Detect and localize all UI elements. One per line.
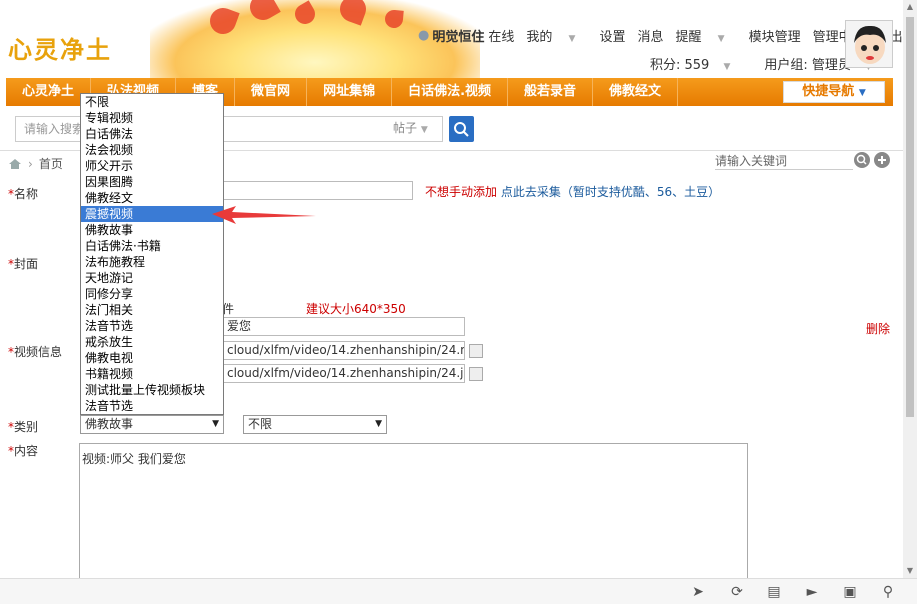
caret-down-icon: ▼ [858, 88, 866, 98]
dropdown-option[interactable]: 师父开示 [81, 158, 223, 174]
search-icon [454, 122, 469, 137]
vertical-scrollbar[interactable]: ▲ ▼ [903, 0, 917, 578]
video-info-label: *视频信息 [8, 345, 63, 359]
speaker-icon[interactable]: ► [804, 584, 820, 600]
dropdown-option[interactable]: 法会视频 [81, 142, 223, 158]
dropdown-option[interactable]: 白话佛法 [81, 126, 223, 142]
content-label: *内容 [8, 444, 39, 458]
chevron-down-icon: ▼ [420, 125, 428, 135]
window-icon[interactable]: ▣ [842, 584, 858, 600]
collect-link[interactable]: 点此去采集（暂时支持优酷、56、土豆） [501, 185, 720, 199]
category-dropdown-list: 不限 专辑视频 白话佛法 法会视频 师父开示 因果图腾 佛教经文 震撼视频 佛教… [80, 93, 224, 415]
dropdown-option[interactable]: 佛教电视 [81, 350, 223, 366]
search-type-select[interactable]: 帖子 ▼ [393, 116, 443, 142]
dropdown-option[interactable]: 因果图腾 [81, 174, 223, 190]
online-status: 在线 [488, 30, 515, 45]
category-label: *类别 [8, 420, 39, 434]
chevron-down-icon: ▼ [212, 419, 219, 429]
keyword-search-input[interactable]: 请输入关键词 [715, 152, 853, 170]
dropdown-option[interactable]: 佛教经文 [81, 190, 223, 206]
nav-item-micro-site[interactable]: 微官网 [235, 78, 308, 106]
rocket-icon[interactable]: ➤ [690, 584, 706, 600]
dropdown-option[interactable]: 法门相关 [81, 302, 223, 318]
avatar[interactable] [845, 20, 893, 68]
delete-link[interactable]: 删除 [866, 320, 890, 337]
nav-item-links[interactable]: 网址集锦 [307, 78, 393, 106]
chevron-down-icon: ▼ [717, 34, 725, 44]
broken-image-icon [469, 367, 483, 381]
dropdown-option[interactable]: 法音节选 [81, 398, 223, 414]
link-settings[interactable]: 设置 [599, 26, 625, 45]
link-my[interactable]: 我的 ▼ [526, 26, 587, 45]
chevron-down-icon: ▼ [375, 419, 382, 429]
refresh-icon[interactable]: ⟳ [729, 584, 745, 600]
link-module-manage[interactable]: 模块管理 [749, 26, 801, 45]
site-logo[interactable]: 心灵净土 [8, 30, 112, 65]
trash-icon[interactable]: ▤ [766, 584, 782, 600]
subcategory-select[interactable]: 不限 ▼ [243, 415, 387, 434]
dropdown-option[interactable]: 法布施教程 [81, 254, 223, 270]
link-reminders[interactable]: 提醒 ▼ [675, 26, 736, 45]
dropdown-option[interactable]: 专辑视频 [81, 110, 223, 126]
search-icon[interactable]: ⚲ [880, 584, 896, 600]
nav-item-sutras[interactable]: 佛教经文 [593, 78, 679, 106]
breadcrumb: › 首页 [8, 155, 63, 172]
home-icon[interactable] [8, 158, 22, 170]
nav-item-prajna-audio[interactable]: 般若录音 [508, 78, 594, 106]
search-icon[interactable] [854, 152, 870, 168]
site-header: 心灵净土 ● 明觉恒住 在线 我的 ▼ 设置 消息 提醒 ▼ 模块管理 管理中心… [0, 0, 903, 78]
nav-item-home[interactable]: 心灵净土 [6, 78, 92, 106]
image-url-input[interactable]: cloud/xlfm/video/14.zhenhanshipin/24.jpg [222, 364, 465, 383]
dropdown-option[interactable]: 白话佛法·书籍 [81, 238, 223, 254]
broken-image-icon [469, 344, 483, 358]
category-select[interactable]: 佛教故事 ▼ [80, 415, 224, 434]
dropdown-option[interactable]: 同修分享 [81, 286, 223, 302]
chevron-down-icon: ▼ [568, 34, 576, 44]
video-title-input[interactable]: 爱您 [222, 317, 465, 336]
dropdown-option[interactable]: 戒杀放生 [81, 334, 223, 350]
user-bar: ● 明觉恒住 在线 我的 ▼ 设置 消息 提醒 ▼ 模块管理 管理中心 退出 [418, 26, 903, 45]
dropdown-option[interactable]: 测试批量上传视频板块 [81, 382, 223, 398]
cover-label: *封面 [8, 257, 39, 271]
scroll-down-icon[interactable]: ▼ [903, 564, 917, 578]
add-icon[interactable] [874, 152, 890, 168]
username-link[interactable]: 明觉恒住 [432, 26, 484, 45]
scrollbar-thumb[interactable] [906, 17, 914, 417]
content-textarea[interactable]: 视频:师父 我们爱您 [79, 443, 748, 588]
breadcrumb-separator: › [28, 156, 33, 171]
nav-item-plain-dharma-video[interactable]: 白话佛法.视频 [392, 78, 509, 106]
size-hint: 建议大小640*350 [306, 302, 406, 316]
dropdown-option[interactable]: 不限 [81, 94, 223, 110]
scroll-up-icon[interactable]: ▲ [903, 0, 917, 14]
points-link[interactable]: 积分: 559 ▼ [650, 54, 740, 73]
dropdown-option[interactable]: 法音节选 [81, 318, 223, 334]
annotation-arrow-icon [212, 206, 316, 224]
name-input[interactable] [222, 181, 413, 200]
user-icon: ● [418, 28, 430, 43]
manual-add-note: 不想手动添加 点此去采集（暂时支持优酷、56、土豆） [425, 185, 721, 199]
video-url-input[interactable]: cloud/xlfm/video/14.zhenhanshipin/24.mp4 [222, 341, 465, 360]
link-messages[interactable]: 消息 [637, 26, 663, 45]
search-button[interactable] [449, 116, 474, 142]
bottom-toolbar: ➤ ⟳ ▤ ► ▣ ⚲ [0, 578, 917, 604]
dropdown-option[interactable]: 佛教故事 [81, 222, 223, 238]
avatar-icon [846, 21, 892, 67]
breadcrumb-home[interactable]: 首页 [39, 155, 63, 172]
dropdown-option[interactable]: 书籍视频 [81, 366, 223, 382]
dropdown-option[interactable]: 天地游记 [81, 270, 223, 286]
name-label: *名称 [8, 187, 39, 201]
chevron-down-icon: ▼ [723, 62, 731, 72]
dropdown-option-selected[interactable]: 震撼视频 [81, 206, 223, 222]
quick-nav-button[interactable]: 快捷导航 ▼ [783, 81, 885, 103]
